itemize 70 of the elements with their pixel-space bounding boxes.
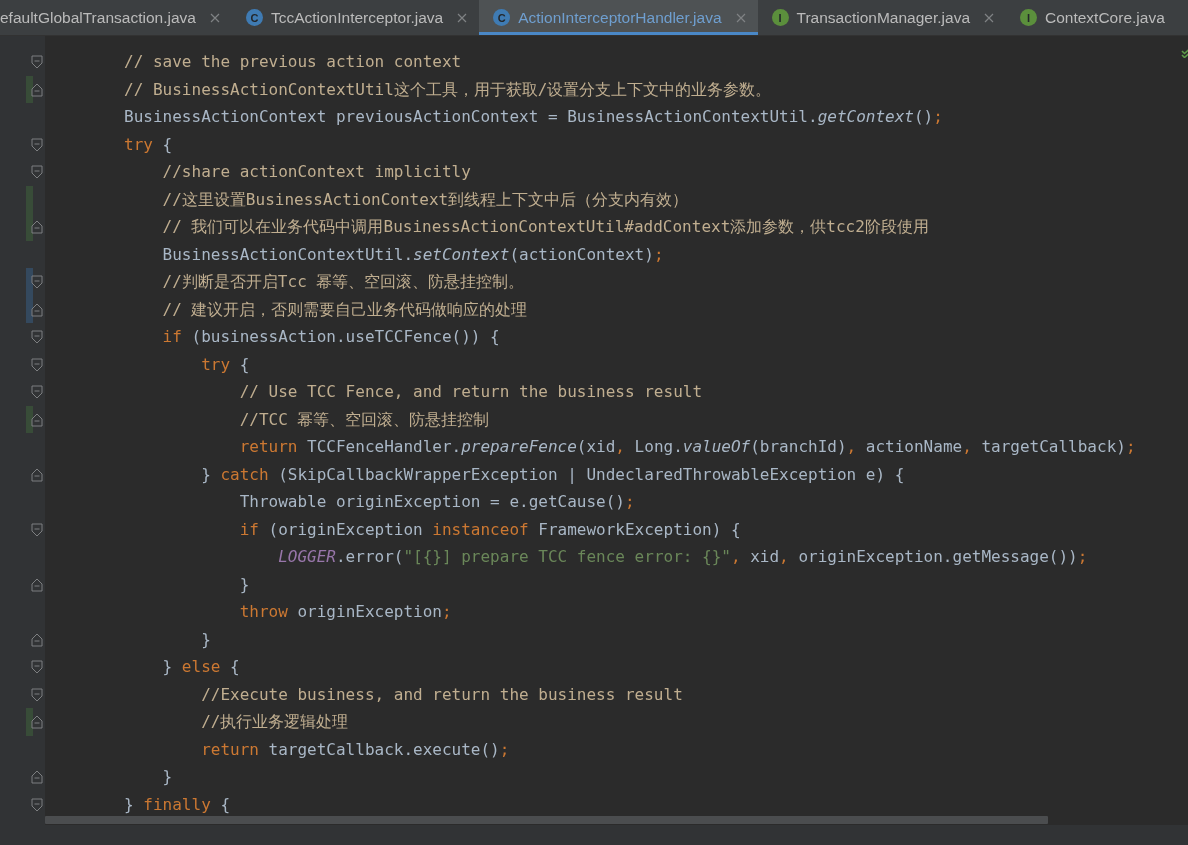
code-line: LOGGER.error("[{}] prepare TCC fence error: {}", xid, originException.getMessage()); — [277, 546, 1088, 568]
close-icon[interactable] — [735, 12, 746, 23]
code-line: Throwable originException = e.getCause(); — [238, 491, 635, 513]
code-line: //Execute business, and return the business result — [200, 683, 683, 706]
fold-marker-icon[interactable] — [31, 687, 43, 702]
fold-marker-icon[interactable] — [31, 632, 43, 647]
code-line: } — [238, 573, 250, 596]
fold-marker-icon[interactable] — [31, 137, 43, 152]
fold-marker-icon[interactable] — [31, 577, 43, 592]
scrollbar[interactable] — [45, 816, 1048, 824]
fold-marker-icon[interactable] — [31, 55, 43, 69]
fold-marker-icon[interactable] — [31, 770, 43, 784]
close-icon[interactable] — [209, 12, 220, 23]
code-line: //TCC 幂等、空回滚、防悬挂控制 — [238, 408, 490, 431]
close-icon[interactable] — [457, 12, 468, 23]
change-marker[interactable] — [26, 185, 33, 213]
interface-icon: I — [771, 9, 789, 26]
fold-marker-icon[interactable] — [31, 715, 43, 729]
fold-marker-icon[interactable] — [31, 302, 43, 317]
code-line: try { — [123, 133, 173, 156]
fold-marker-icon[interactable] — [31, 330, 43, 344]
code-line: //执行业务逻辑处理 — [200, 711, 349, 733]
code-line: BusinessActionContextUtil.setContext(actionContext); — [161, 243, 664, 266]
file-tab[interactable]: I TransactionManager.java — [757, 0, 1006, 35]
code-line: } else { — [161, 656, 240, 678]
code-line: } — [200, 628, 211, 651]
interface-icon: I — [1020, 9, 1037, 26]
code-line: // BusinessActionContextUtil这个工具，用于获取/设置分支上下文中的业务参数。 — [123, 78, 772, 101]
class-icon: C — [493, 9, 511, 26]
change-marker[interactable] — [26, 268, 33, 296]
file-tab[interactable]: I ContextCore.java — [1006, 0, 1177, 35]
code-line: if (businessAction.useTCCFence()) { — [161, 326, 500, 348]
code-line: if (originException instanceof FrameworkException) { — [238, 518, 741, 541]
change-marker[interactable] — [26, 405, 33, 433]
code-line: } finally { — [123, 793, 231, 816]
fold-marker-icon[interactable] — [31, 412, 43, 427]
code-line: //判断是否开启Tcc 幂等、空回滚、防悬挂控制。 — [161, 271, 525, 293]
code-line: // save the previous action context — [123, 51, 462, 73]
fold-marker-icon[interactable] — [31, 275, 43, 289]
fold-marker-icon[interactable] — [31, 165, 43, 179]
fold-marker-icon[interactable] — [31, 220, 43, 234]
fold-marker-icon[interactable] — [31, 522, 43, 537]
file-tab[interactable]: C TccActionInterceptor.java — [231, 0, 480, 35]
code-line: return TCCFenceHandler.prepareFence(xid, Long.valueOf(branchId), actionName, targetCallback); — [238, 436, 1136, 458]
code-line: } — [161, 766, 173, 788]
code-line: try { — [200, 353, 250, 376]
fold-marker-icon[interactable] — [31, 82, 43, 97]
code-line: return targetCallback.execute(); — [200, 738, 510, 761]
change-marker[interactable] — [26, 295, 33, 323]
fold-marker-icon[interactable] — [31, 660, 43, 674]
code-line: // 我们可以在业务代码中调用BusinessActionContextUtil#addContext添加参数，供tcc2阶段使用 — [161, 216, 929, 238]
close-icon[interactable] — [984, 12, 994, 23]
fold-marker-icon[interactable] — [31, 357, 43, 372]
check-icon[interactable] — [1181, 48, 1188, 58]
class-icon: C — [245, 9, 263, 26]
file-tab[interactable]: efaultGlobalTransaction.java — [0, 0, 232, 35]
change-marker[interactable] — [26, 213, 33, 241]
change-marker[interactable] — [26, 75, 33, 103]
fold-marker-icon[interactable] — [31, 797, 43, 812]
code-line: //这里设置BusinessActionContext到线程上下文中后（分支内有效） — [161, 188, 689, 211]
code-line: BusinessActionContext previousActionContext = BusinessActionContextUtil.getContext(); — [123, 106, 943, 128]
code-line: } catch (SkipCallbackWrapperException | UndeclaredThrowableException e) { — [200, 463, 905, 486]
code-line: //share actionContext implicitly — [161, 161, 471, 183]
fold-marker-icon[interactable] — [31, 467, 43, 482]
fold-marker-icon[interactable] — [31, 385, 43, 399]
file-tab[interactable]: C ActionInterceptorHandler.java — [479, 0, 758, 35]
code-line: throw originException; — [238, 601, 452, 623]
change-marker[interactable] — [26, 708, 33, 736]
code-line: // Use TCC Fence, and return the business result — [238, 381, 703, 403]
code-line: // 建议开启，否则需要自己业务代码做响应的处理 — [161, 298, 528, 321]
